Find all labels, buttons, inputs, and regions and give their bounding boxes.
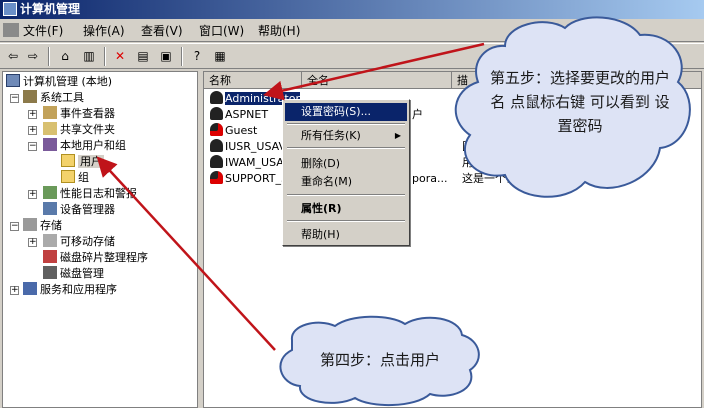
arrow-step5: [263, 42, 485, 101]
step4-annotation: 第四步：点击用户: [319, 351, 440, 369]
step5-annotation: 第五步：选择要更改的用户名 点鼠标右键 可以看到 设置密码: [490, 69, 671, 135]
annotation-overlay: [96, 16, 691, 406]
arrow-step4: [96, 156, 276, 351]
